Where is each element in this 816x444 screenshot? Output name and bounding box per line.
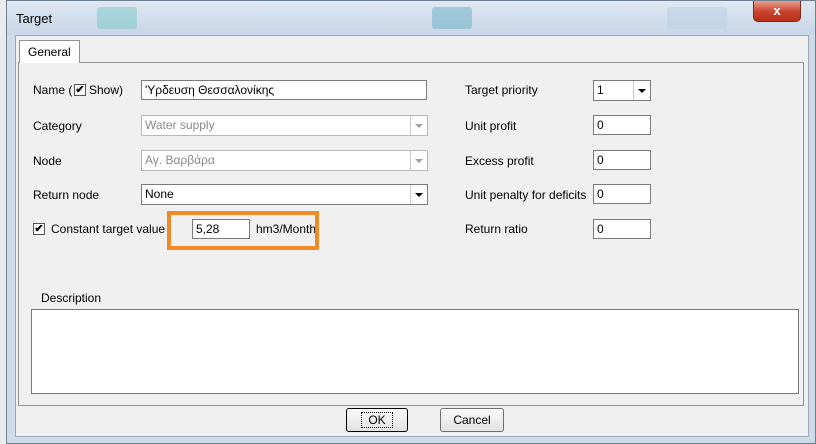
background-blur xyxy=(432,7,472,29)
category-label: Category xyxy=(33,119,82,133)
chevron-down-icon xyxy=(410,116,427,135)
category-select[interactable]: Water supply xyxy=(141,115,428,136)
return-node-value: None xyxy=(145,187,174,201)
constant-target-label: Constant target value xyxy=(51,222,166,236)
target-priority-select[interactable]: 1 xyxy=(593,80,651,101)
target-priority-label: Target priority xyxy=(465,83,538,97)
unit-penalty-input[interactable]: 0 xyxy=(593,184,651,204)
excess-profit-input[interactable]: 0 xyxy=(593,150,651,170)
node-label: Node xyxy=(33,154,62,168)
unit-profit-label: Unit profit xyxy=(465,119,517,133)
chevron-down-icon xyxy=(633,81,650,100)
target-dialog: Target x General Name ( ✔ Show) 'Υρδευση… xyxy=(6,0,816,444)
title-bar[interactable]: Target x xyxy=(7,1,815,35)
background-blur xyxy=(97,7,137,29)
ok-button[interactable]: OK xyxy=(346,408,408,432)
return-ratio-label: Return ratio xyxy=(465,222,528,236)
target-priority-value: 1 xyxy=(597,83,604,97)
description-textarea[interactable] xyxy=(31,309,799,394)
close-icon: x xyxy=(773,3,781,18)
highlight-box xyxy=(167,211,319,250)
category-value: Water supply xyxy=(145,118,215,132)
name-input[interactable]: 'Υρδευση Θεσσαλονίκης xyxy=(141,80,427,100)
dialog-client: General Name ( ✔ Show) 'Υρδευση Θεσσαλον… xyxy=(15,35,809,437)
description-label: Description xyxy=(41,291,102,305)
node-value: Αγ. Βαρβάρα xyxy=(145,153,215,167)
unit-profit-input[interactable]: 0 xyxy=(593,115,651,135)
background-blur xyxy=(667,7,727,29)
return-node-select[interactable]: None xyxy=(141,184,428,205)
cancel-button[interactable]: Cancel xyxy=(440,408,504,432)
chevron-down-icon xyxy=(410,151,427,170)
general-page: Name ( ✔ Show) 'Υρδευση Θεσσαλονίκης Cat… xyxy=(18,62,804,406)
close-button[interactable]: x xyxy=(753,1,801,22)
name-label: Name ( xyxy=(33,83,73,97)
window-title: Target xyxy=(16,11,53,26)
node-select[interactable]: Αγ. Βαρβάρα xyxy=(141,150,428,171)
ok-button-label: OK xyxy=(361,412,393,428)
return-ratio-input[interactable]: 0 xyxy=(593,219,651,239)
return-node-label: Return node xyxy=(33,188,100,202)
tab-general[interactable]: General xyxy=(19,40,80,63)
unit-penalty-label: Unit penalty for deficits xyxy=(465,188,587,202)
chevron-down-icon xyxy=(410,185,427,204)
excess-profit-label: Excess profit xyxy=(465,154,534,168)
show-checkbox[interactable]: ✔ xyxy=(74,84,86,96)
show-label: Show) xyxy=(89,83,124,97)
constant-target-checkbox[interactable]: ✔ xyxy=(33,223,45,235)
